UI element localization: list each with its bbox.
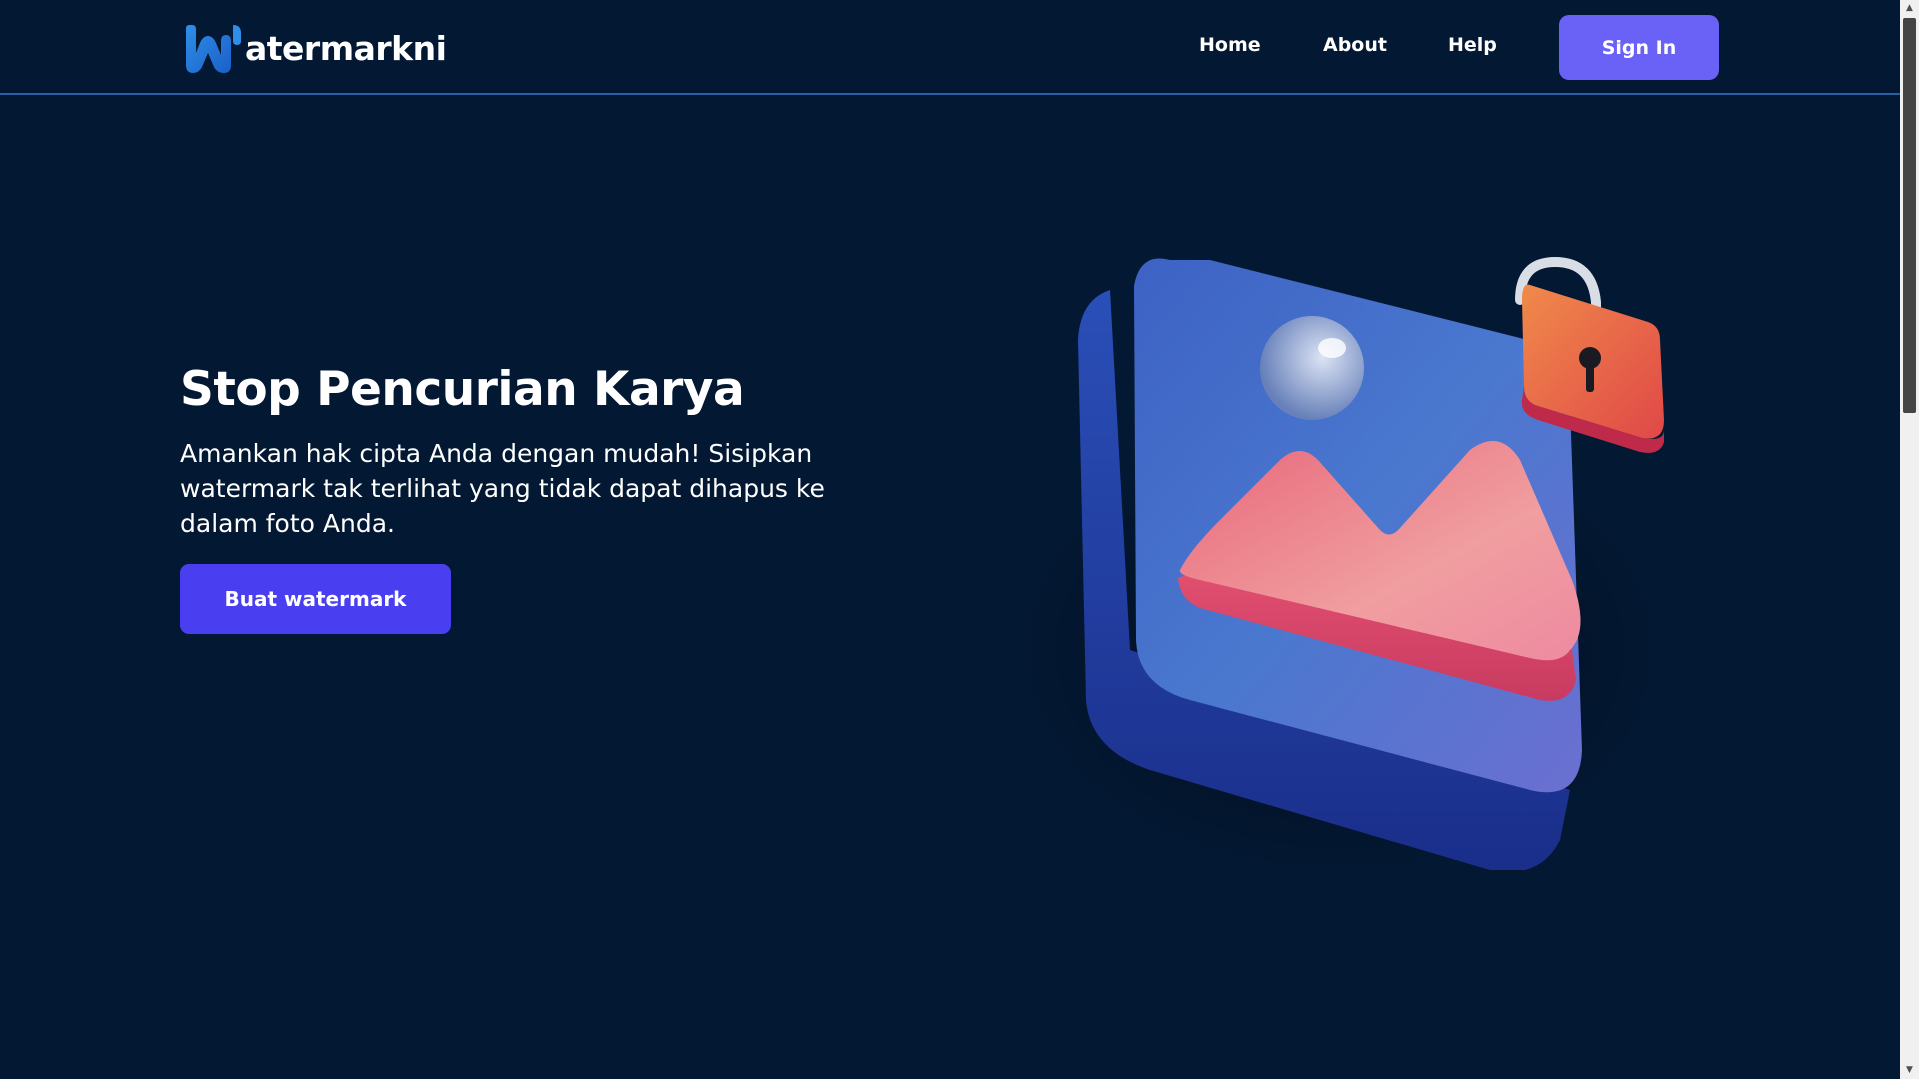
nav-home-link[interactable]: Home: [1199, 34, 1261, 56]
scroll-up-arrow-icon[interactable]: ▲: [1900, 0, 1919, 17]
scrollbar-thumb[interactable]: [1903, 18, 1916, 413]
nav-about-link[interactable]: About: [1323, 34, 1387, 56]
top-navbar: atermarkni Home About Help Sign In: [0, 0, 1900, 95]
brand-name: atermarkni: [245, 29, 447, 68]
w-logo-icon: [186, 25, 241, 73]
vertical-scrollbar[interactable]: ▲ ▼: [1900, 0, 1919, 1079]
landing-page: atermarkni Home About Help Sign In Stop …: [0, 0, 1919, 1079]
brand-logo[interactable]: atermarkni: [183, 21, 447, 76]
hero-title: Stop Pencurian Karya: [180, 362, 745, 417]
scroll-down-arrow-icon[interactable]: ▼: [1900, 1062, 1919, 1079]
hero-description: Amankan hak cipta Anda dengan mudah! Sis…: [180, 439, 825, 538]
create-watermark-button[interactable]: Buat watermark: [180, 564, 451, 634]
nav-help-link[interactable]: Help: [1448, 34, 1497, 56]
image-lock-illustration: [1010, 256, 1670, 870]
sign-in-button[interactable]: Sign In: [1559, 15, 1719, 80]
